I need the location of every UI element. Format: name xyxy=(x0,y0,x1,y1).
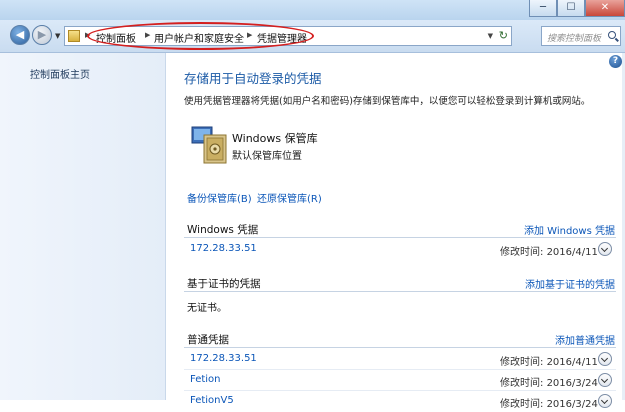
backup-vault-link[interactable]: 备份保管库(B) xyxy=(187,190,252,205)
restore-vault-link[interactable]: 还原保管库(R) xyxy=(257,190,322,205)
forward-button[interactable]: ▶ xyxy=(32,25,52,45)
back-button[interactable]: ◀ xyxy=(10,25,30,45)
credential-modified: 修改时间: 2016/4/11 xyxy=(500,247,598,258)
credential-row[interactable]: FetionV5 修改时间: 2016/3/24 xyxy=(184,391,616,412)
navigation-bar: ◀ ▶ ▼ ▶ 控制面板 ▶ 用户帐户和家庭安全 ▶ 凭据管理器 ▼ ↻ 搜索控… xyxy=(0,20,625,53)
arrow-right-icon: ▶ xyxy=(37,28,47,41)
add-generic-credential-link[interactable]: 添加普通凭据 xyxy=(555,332,615,347)
divider xyxy=(184,237,616,238)
recent-pages-dropdown[interactable]: ▼ xyxy=(55,32,60,40)
credential-name[interactable]: FetionV5 xyxy=(190,395,234,406)
credential-modified: 修改时间: 2016/3/24 xyxy=(500,399,598,410)
page-title: 存储用于自动登录的凭据 xyxy=(184,71,322,86)
close-button[interactable]: ✕ xyxy=(585,0,625,17)
sidebar: 控制面板主页 xyxy=(0,53,166,400)
credential-name[interactable]: 172.28.33.51 xyxy=(190,353,257,364)
minimize-button[interactable]: ─ xyxy=(529,0,557,17)
certificate-credentials-heading: 基于证书的凭据 xyxy=(187,278,261,290)
credential-row[interactable]: 172.28.33.51 修改时间: 2016/4/11 xyxy=(184,239,616,260)
add-certificate-credential-link[interactable]: 添加基于证书的凭据 xyxy=(525,276,615,291)
chevron-down-icon: ▼ xyxy=(55,32,61,40)
page-description: 使用凭据管理器将凭据(如用户名和密码)存储到保管库中，以便您可以轻松登录到计算机… xyxy=(184,96,591,107)
search-icon[interactable] xyxy=(608,31,616,39)
chevron-right-icon[interactable]: ▶ xyxy=(85,31,90,39)
window-titlebar: ─ ☐ ✕ xyxy=(0,0,625,20)
chevron-down-icon[interactable] xyxy=(598,373,612,387)
chevron-down-icon[interactable] xyxy=(598,394,612,408)
arrow-left-icon: ◀ xyxy=(15,28,25,41)
credential-name[interactable]: Fetion xyxy=(190,374,221,385)
chevron-right-icon[interactable]: ▶ xyxy=(247,31,252,39)
breadcrumb-control-panel[interactable]: 控制面板 xyxy=(96,30,136,45)
sidebar-item-control-panel-home[interactable]: 控制面板主页 xyxy=(30,66,90,81)
breadcrumb-user-accounts[interactable]: 用户帐户和家庭安全 xyxy=(154,30,244,45)
vault-location: 默认保管库位置 xyxy=(232,151,302,162)
maximize-button[interactable]: ☐ xyxy=(557,0,585,17)
vault-icon xyxy=(191,126,227,164)
credential-modified: 修改时间: 2016/4/11 xyxy=(500,357,598,368)
vault-name: Windows 保管库 xyxy=(232,132,318,145)
empty-certificate-message: 无证书。 xyxy=(187,303,227,314)
windows-credentials-heading: Windows 凭据 xyxy=(187,224,259,236)
window-controls: ─ ☐ ✕ xyxy=(529,0,625,17)
divider xyxy=(184,291,616,292)
address-field[interactable]: ▶ 控制面板 ▶ 用户帐户和家庭安全 ▶ 凭据管理器 ▼ ↻ xyxy=(64,26,512,46)
chevron-right-icon[interactable]: ▶ xyxy=(145,31,150,39)
credential-modified: 修改时间: 2016/3/24 xyxy=(500,378,598,389)
generic-credentials-heading: 普通凭据 xyxy=(187,334,229,346)
add-windows-credential-link[interactable]: 添加 Windows 凭据 xyxy=(524,222,615,237)
divider xyxy=(184,347,616,348)
credential-row[interactable]: 172.28.33.51 修改时间: 2016/4/11 xyxy=(184,349,616,370)
address-dropdown-icon[interactable]: ▼ xyxy=(488,32,493,40)
search-box[interactable]: 搜索控制面板 xyxy=(541,26,621,46)
help-icon[interactable]: ? xyxy=(609,55,622,68)
refresh-icon[interactable]: ↻ xyxy=(499,29,508,42)
credential-name[interactable]: 172.28.33.51 xyxy=(190,243,257,254)
search-input[interactable]: 搜索控制面板 xyxy=(547,31,601,44)
credential-row[interactable]: Fetion 修改时间: 2016/3/24 xyxy=(184,370,616,391)
control-panel-icon xyxy=(68,30,80,42)
chevron-down-icon[interactable] xyxy=(598,352,612,366)
chevron-down-icon[interactable] xyxy=(598,242,612,256)
breadcrumb-credential-manager[interactable]: 凭据管理器 xyxy=(257,30,307,45)
